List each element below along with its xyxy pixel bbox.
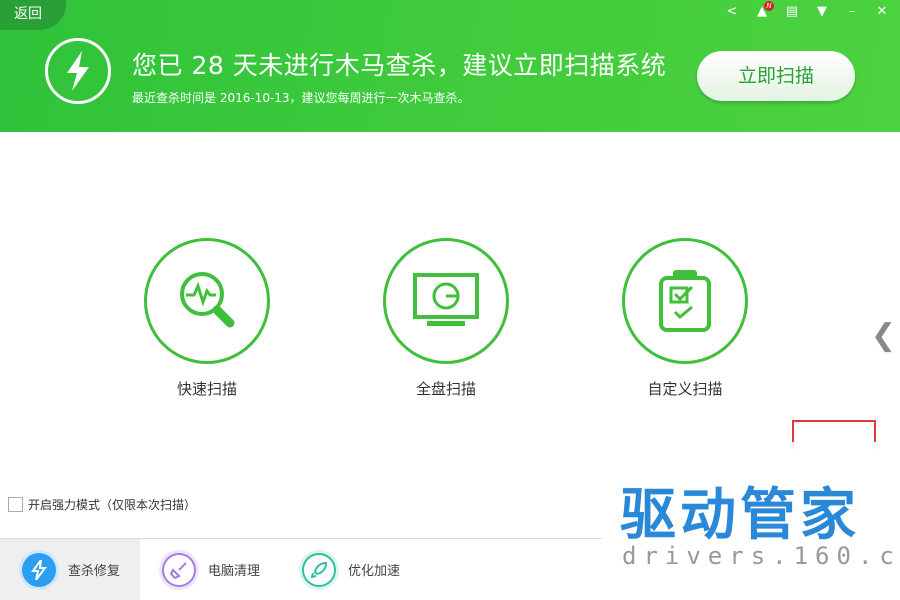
lightning-icon: [22, 553, 56, 587]
lightning-icon: [45, 38, 111, 104]
header-banner: 返回 < ▲N ▤ ▼ – ✕ 您已 28 天未进行木马查杀，建议立即扫描系统 …: [0, 0, 900, 132]
broom-icon: [162, 553, 196, 587]
rocket-icon: [302, 553, 336, 587]
notification-badge: N: [764, 1, 774, 11]
watermark-name: 驱动管家: [620, 470, 860, 551]
shirt-icon[interactable]: ▲N: [754, 4, 770, 19]
message-icon[interactable]: ▤: [784, 4, 800, 19]
strong-mode-option[interactable]: 开启强力模式（仅限本次扫描）: [8, 496, 196, 513]
custom-scan-option[interactable]: 自定义扫描: [622, 238, 748, 399]
full-scan-option[interactable]: 全盘扫描: [383, 238, 509, 399]
window-controls: < ▲N ▤ ▼ – ✕: [724, 4, 890, 19]
tab-label: 优化加速: [348, 560, 400, 579]
monitor-icon: [383, 238, 509, 364]
magnifier-pulse-icon: [144, 238, 270, 364]
watermark-url: drivers.160.com: [622, 542, 900, 570]
watermark-logo: 驱动管家 drivers.160.com: [602, 442, 900, 600]
headline: 您已 28 天未进行木马查杀，建议立即扫描系统: [132, 46, 666, 82]
clipboard-check-icon: [622, 238, 748, 364]
tab-label: 查杀修复: [68, 560, 120, 579]
scan-now-button[interactable]: 立即扫描: [697, 51, 855, 101]
quick-scan-option[interactable]: 快速扫描: [144, 238, 270, 399]
close-icon[interactable]: ✕: [874, 4, 890, 19]
tab-pc-cleanup[interactable]: 电脑清理: [140, 539, 280, 600]
tab-scan-repair[interactable]: 查杀修复: [0, 539, 140, 600]
share-icon[interactable]: <: [724, 4, 740, 19]
quick-scan-label: 快速扫描: [144, 378, 270, 399]
full-scan-label: 全盘扫描: [383, 378, 509, 399]
menu-icon[interactable]: ▼: [814, 4, 830, 19]
back-button[interactable]: 返回: [0, 0, 66, 30]
minimize-icon[interactable]: –: [844, 4, 860, 19]
strong-mode-checkbox[interactable]: [8, 497, 23, 512]
chevron-left-icon[interactable]: ❮: [871, 318, 896, 353]
custom-scan-label: 自定义扫描: [622, 378, 748, 399]
tab-optimize-speed[interactable]: 优化加速: [280, 539, 420, 600]
strong-mode-label: 开启强力模式（仅限本次扫描）: [28, 496, 196, 513]
last-scan-info: 最近查杀时间是 2016-10-13，建议您每周进行一次木马查杀。: [132, 89, 470, 106]
tab-label: 电脑清理: [208, 560, 260, 579]
